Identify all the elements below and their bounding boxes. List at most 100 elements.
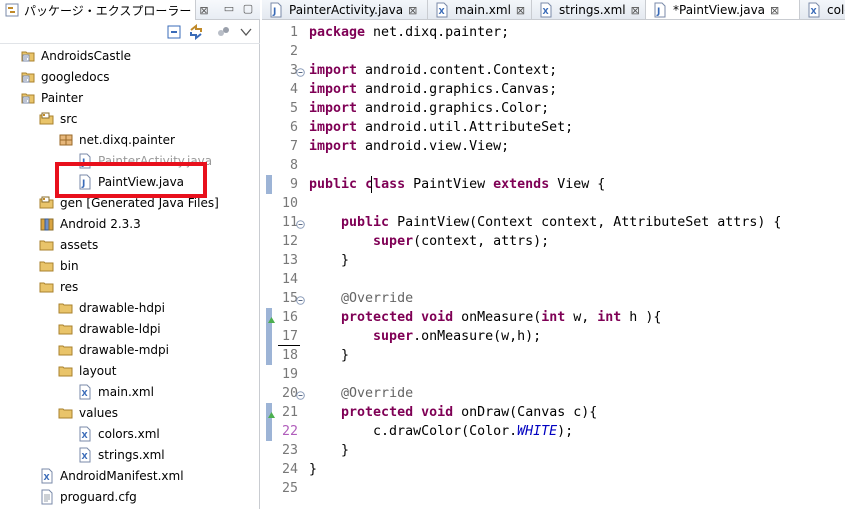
tree-item[interactable]: assets: [39, 235, 98, 255]
code-line: }: [309, 253, 350, 268]
fold-toggle-icon[interactable]: [296, 218, 305, 229]
svg-text:X: X: [439, 7, 446, 16]
xml-file-icon: X: [434, 2, 450, 18]
minimize-icon[interactable]: ▭: [222, 2, 236, 16]
close-icon[interactable]: ⊠: [631, 4, 640, 17]
tree-item-label: Painter: [41, 91, 84, 105]
folder-icon: [39, 279, 55, 295]
collapse-all-icon[interactable]: [166, 24, 182, 40]
code-line: }: [309, 443, 350, 458]
tree-item[interactable]: gen [Generated Java Files]: [39, 193, 219, 213]
maximize-icon[interactable]: ▢: [241, 2, 255, 16]
explorer-toolbar: [0, 20, 260, 44]
tree-item[interactable]: drawable-hdpi: [58, 298, 165, 318]
svg-text:X: X: [82, 452, 89, 461]
tree-item[interactable]: layout: [58, 361, 116, 381]
tree-item[interactable]: Android 2.3.3: [39, 214, 141, 234]
android-project-icon: [20, 69, 36, 85]
tree-item[interactable]: J PainterActivity.java: [77, 151, 212, 171]
fold-toggle-icon[interactable]: [296, 66, 305, 77]
folder-icon: [58, 405, 74, 421]
folder-icon: [58, 363, 74, 379]
code-line: @Override: [341, 386, 414, 401]
tree-item[interactable]: AndroidsCastle: [20, 46, 131, 66]
folder-icon: [58, 300, 74, 316]
tree-item-label: res: [60, 280, 79, 294]
svg-text:J: J: [81, 158, 85, 168]
xml-file-icon: X: [806, 2, 822, 18]
tree-item-label: values: [79, 406, 119, 420]
tree-item[interactable]: Xmain.xml: [77, 382, 154, 402]
code-line: import android.util.AttributeSet;: [309, 120, 574, 135]
tree-item[interactable]: proguard.cfg: [39, 487, 137, 507]
line-number: 17: [281, 329, 298, 344]
svg-text:X: X: [543, 7, 550, 16]
editor-tab[interactable]: Xstrings.xml ⊠: [532, 0, 646, 19]
xml-file-icon: X: [77, 384, 93, 400]
xml-file-icon: X: [39, 468, 55, 484]
tree-item[interactable]: src: [39, 109, 78, 129]
fold-toggle-icon[interactable]: [296, 294, 305, 305]
tree-item[interactable]: drawable-mdpi: [58, 340, 169, 360]
line-number: 6: [289, 120, 298, 135]
line-number: 3: [289, 63, 298, 78]
line-number: 5: [289, 101, 298, 116]
line-separator: [278, 345, 300, 346]
tree-item-label: AndroidManifest.xml: [60, 469, 184, 483]
line-number: 25: [281, 481, 298, 496]
line-number: 13: [281, 253, 298, 268]
close-icon[interactable]: ⊠: [516, 4, 525, 17]
explorer-tab[interactable]: パッケージ・エクスプローラー ⊠: [0, 0, 209, 20]
tree-item-label: gen [Generated Java Files]: [60, 196, 219, 210]
folder-icon: [39, 258, 55, 274]
tree-item[interactable]: J PaintView.java: [77, 172, 184, 192]
svg-text:J: J: [272, 7, 276, 17]
tree-item-label: proguard.cfg: [60, 490, 137, 504]
code-line: import android.view.View;: [309, 139, 510, 154]
link-with-editor-icon[interactable]: [188, 23, 204, 41]
close-icon[interactable]: ⊠: [199, 4, 208, 17]
code-line: }: [309, 348, 350, 363]
code-line: }: [309, 462, 318, 477]
line-number: 24: [281, 462, 298, 477]
tree-item[interactable]: Xcolors.xml: [77, 424, 160, 444]
editor-tab[interactable]: Xcolo: [800, 0, 845, 19]
xml-file-icon: X: [77, 426, 93, 442]
close-icon[interactable]: ⊠: [408, 4, 417, 17]
editor-tab[interactable]: J *PaintView.java ⊠: [646, 0, 800, 19]
tree-item-label: bin: [60, 259, 79, 273]
explorer-tab-label: パッケージ・エクスプローラー: [24, 3, 192, 18]
tree-item-label: net.dixq.painter: [79, 133, 175, 147]
change-marker: [266, 422, 272, 441]
tree-item[interactable]: values: [58, 403, 118, 423]
line-number: 15: [281, 291, 298, 306]
tree-item-label: assets: [60, 238, 99, 252]
tree-item[interactable]: googledocs: [20, 67, 109, 87]
code-line: @Override: [341, 291, 414, 306]
close-icon[interactable]: ⊠: [770, 4, 779, 17]
text-file-icon: [39, 489, 55, 505]
tree-item-label: src: [60, 112, 78, 126]
android-project-icon: [20, 90, 36, 106]
code-line: c.drawColor(Color.WHITE);: [309, 424, 574, 439]
svg-text:X: X: [82, 389, 89, 398]
editor-tab[interactable]: J PainterActivity.java ⊠: [262, 0, 428, 19]
tree-item[interactable]: res: [39, 277, 78, 297]
fold-toggle-icon[interactable]: [296, 389, 305, 400]
svg-text:J: J: [81, 179, 85, 189]
package-explorer: パッケージ・エクスプローラー ⊠ ▭ ▢ AndroidsCastle googl…: [0, 0, 260, 509]
override-indicator-icon: [267, 408, 276, 418]
code-line: protected void onDraw(Canvas c){: [341, 405, 598, 420]
line-number: 11: [281, 215, 298, 230]
tree-item[interactable]: X AndroidManifest.xml: [39, 466, 184, 486]
line-number: 2: [289, 44, 298, 59]
package-explorer-icon: [4, 2, 20, 18]
view-menu-icon[interactable]: [216, 24, 232, 40]
tree-item[interactable]: bin: [39, 256, 79, 276]
tree-item[interactable]: Xstrings.xml: [77, 445, 165, 465]
tree-item[interactable]: Painter: [20, 88, 83, 108]
tree-item[interactable]: drawable-ldpi: [58, 319, 161, 339]
editor-tab[interactable]: Xmain.xml ⊠: [428, 0, 532, 19]
chevron-down-icon[interactable]: [238, 24, 254, 40]
tree-item[interactable]: net.dixq.painter: [58, 130, 175, 150]
